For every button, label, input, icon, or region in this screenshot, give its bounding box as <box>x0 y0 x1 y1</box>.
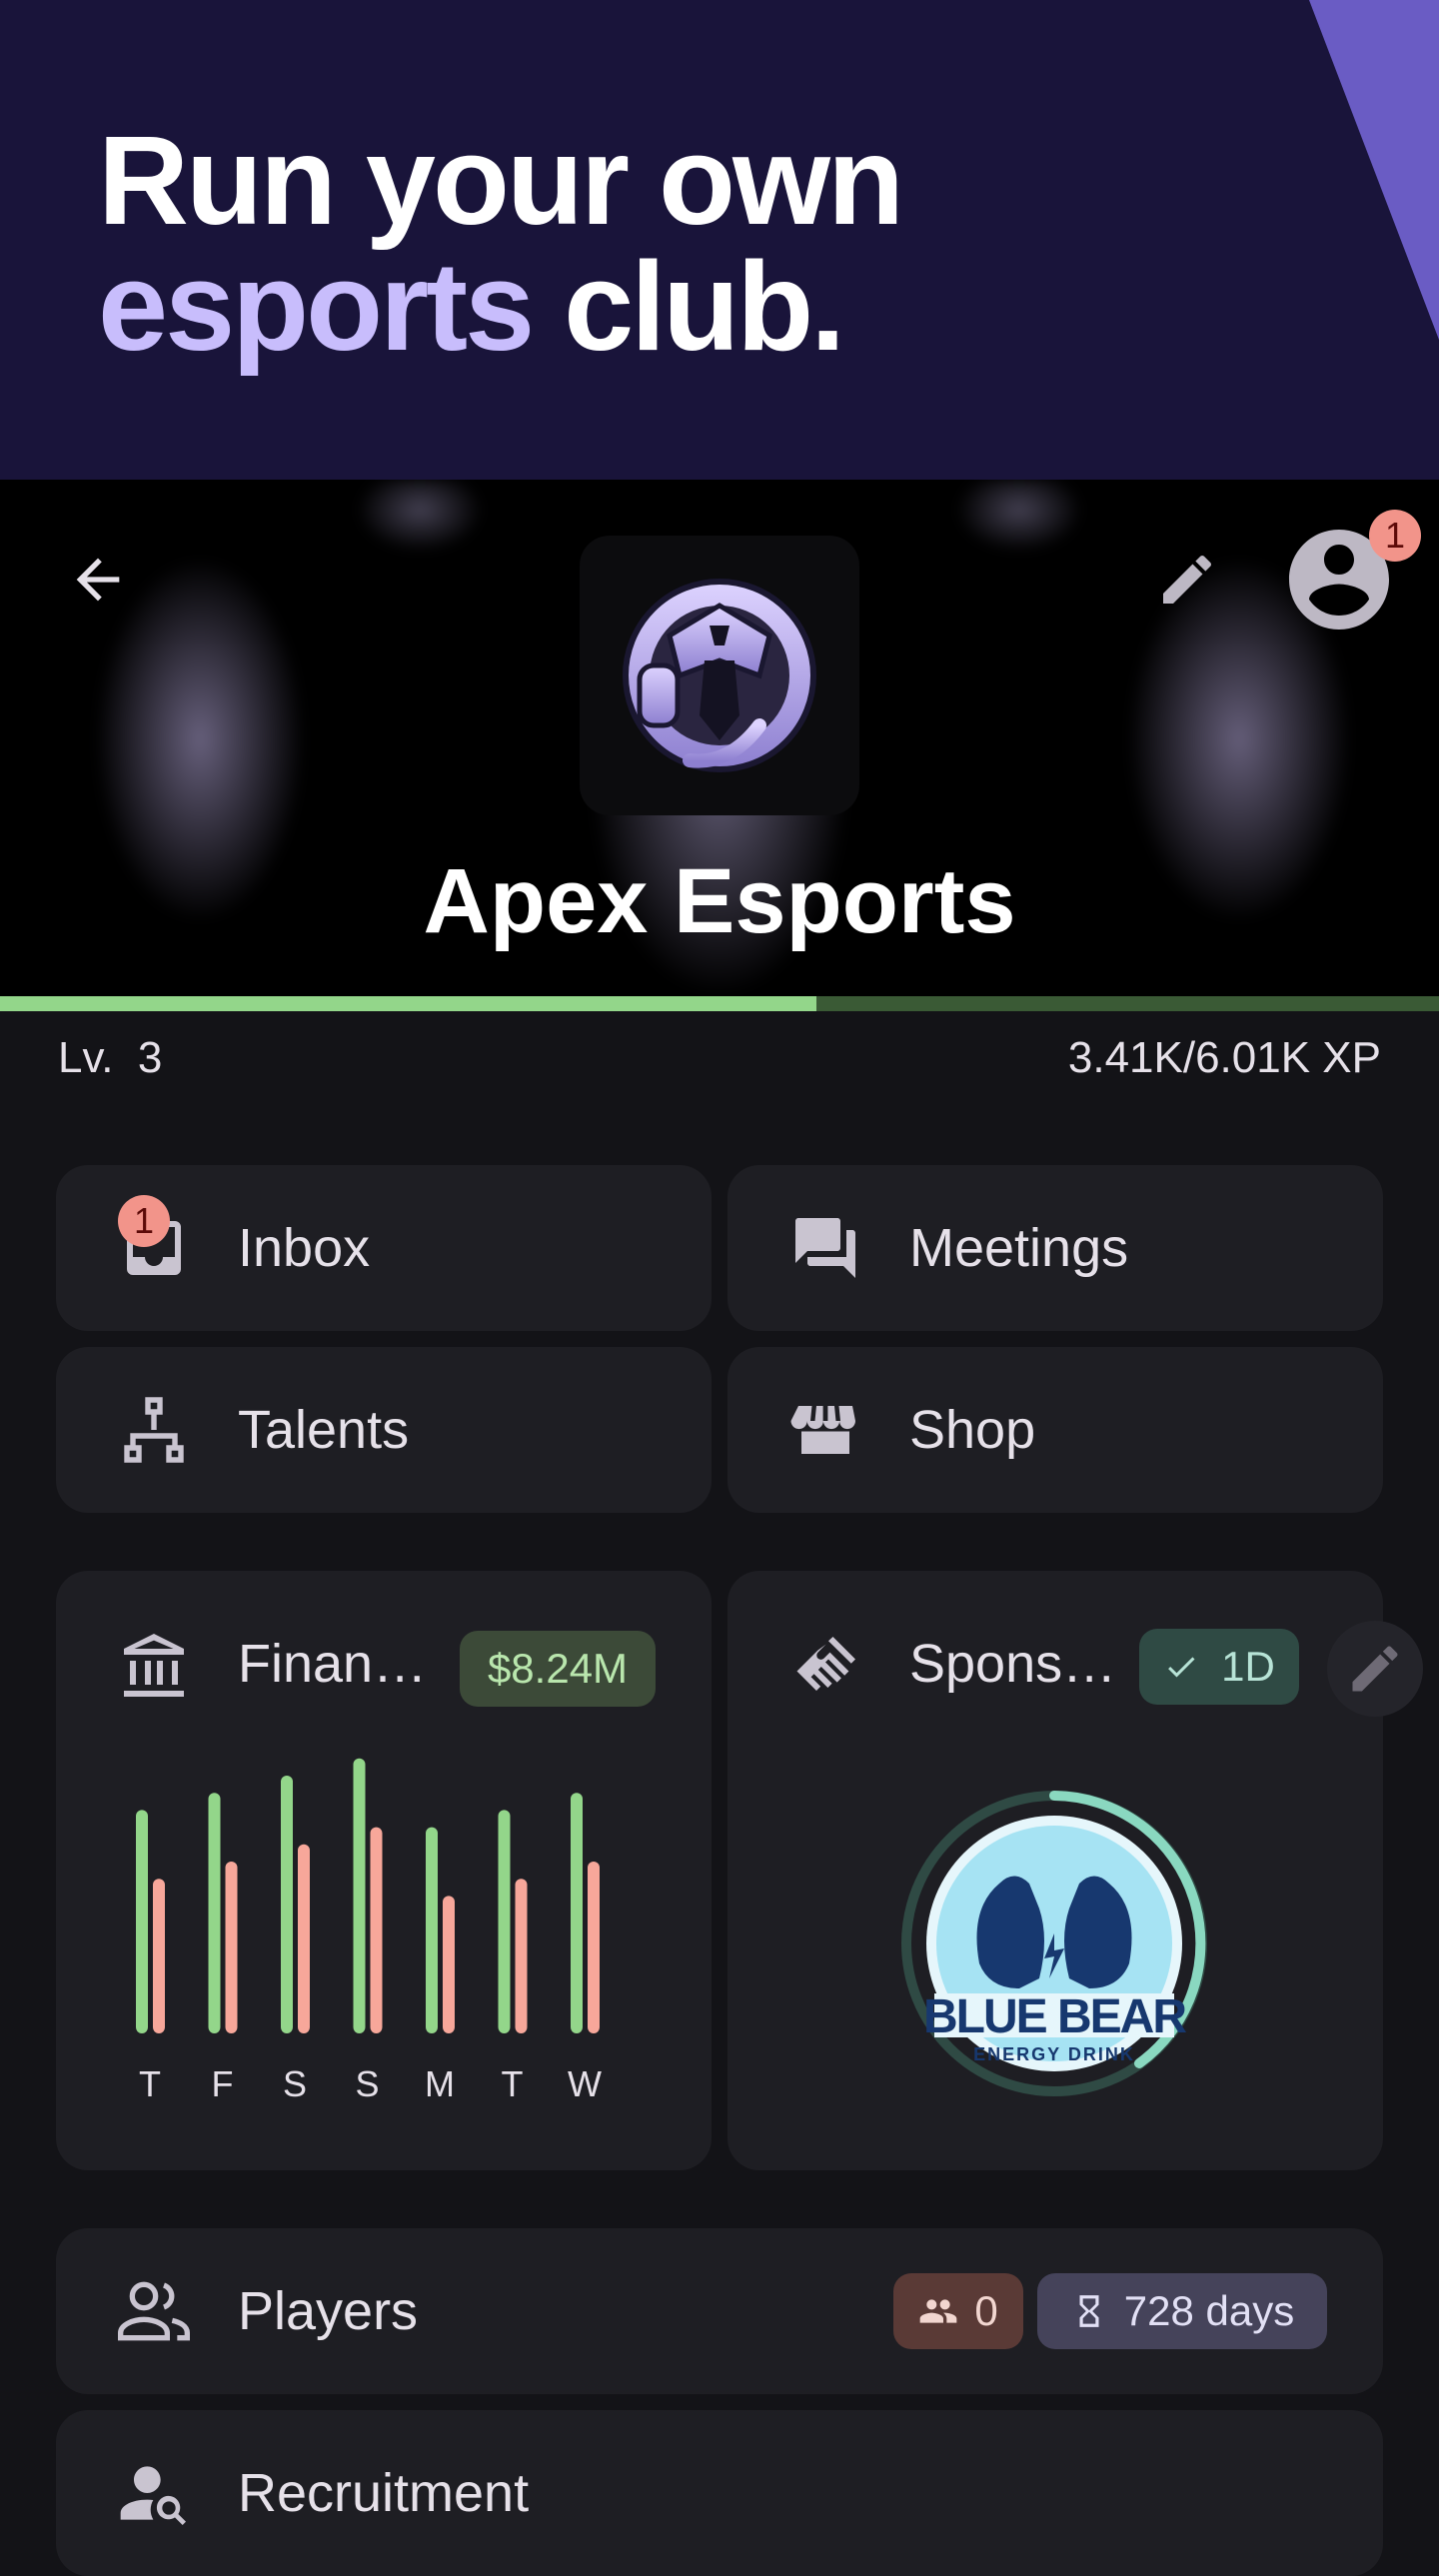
income-bar <box>498 1810 511 2033</box>
finances-mini-chart: TFSSMTW <box>136 1758 602 2104</box>
inbox-tile[interactable]: Inbox <box>56 1165 712 1331</box>
finances-balance-chip: $8.24M <box>460 1631 656 1707</box>
finances-label: Finan… <box>238 1634 428 1694</box>
promo-line-2-rest: club. <box>532 236 845 377</box>
income-bar <box>136 1810 148 2033</box>
back-button[interactable] <box>58 540 138 620</box>
promo-line-2: esports club. <box>98 244 901 370</box>
day-label: S <box>283 2063 307 2104</box>
promo-banner: Run your own esports club. <box>0 0 1439 480</box>
expense-bar <box>298 1844 310 2033</box>
players-label: Players <box>238 2281 419 2341</box>
players-count-chip: 0 <box>893 2273 1023 2349</box>
sponsor-logo-text: BLUE BEAR <box>923 1990 1186 2043</box>
promo-accent-word: esports <box>98 236 535 377</box>
edit-team-button[interactable] <box>1147 540 1227 620</box>
inbox-badge: 1 <box>118 1195 170 1247</box>
talent-tree-icon <box>114 1390 194 1470</box>
income-bar <box>281 1776 293 2033</box>
bank-icon <box>114 1627 194 1707</box>
shop-tile[interactable]: Shop <box>727 1347 1383 1513</box>
level-label: Lv. 3 <box>58 1033 163 1082</box>
income-bar <box>426 1827 438 2033</box>
pencil-icon <box>1163 555 1212 604</box>
expense-bar <box>443 1896 455 2033</box>
person-search-icon <box>114 2453 194 2533</box>
sponsors-label: Spons… <box>909 1634 1117 1694</box>
recruitment-tile[interactable]: Recruitment <box>56 2410 1383 2576</box>
people-icon <box>919 2299 957 2323</box>
day-label: M <box>425 2063 455 2104</box>
talents-tile[interactable]: Talents <box>56 1347 712 1513</box>
expense-bar <box>370 1827 383 2033</box>
players-days-chip: 728 days <box>1037 2273 1327 2349</box>
group-icon <box>114 2271 194 2351</box>
meetings-label: Meetings <box>909 1218 1129 1278</box>
players-days: 728 days <box>1123 2287 1295 2334</box>
arrow-back-icon <box>76 558 120 602</box>
promo-title: Run your own esports club. <box>98 110 904 370</box>
income-bar <box>353 1758 366 2033</box>
day-label: T <box>139 2063 161 2104</box>
expense-bar <box>225 1862 238 2033</box>
meetings-tile[interactable]: Meetings <box>727 1165 1383 1331</box>
day-label: F <box>212 2063 234 2104</box>
xp-progress-bar <box>0 996 1439 1011</box>
sponsor-logo[interactable]: BLUE BEAR ENERGY DRINK <box>899 1789 1209 2098</box>
expense-bar <box>153 1879 165 2033</box>
team-crest-icon <box>623 579 816 772</box>
recruitment-label: Recruitment <box>238 2463 530 2523</box>
team-logo[interactable] <box>580 536 859 815</box>
promo-line-1: Run your own <box>98 110 904 251</box>
expense-bar <box>515 1879 528 2033</box>
finances-balance: $8.24M <box>487 1645 629 1692</box>
expense-bar <box>588 1862 600 2033</box>
xp-progress-fill <box>0 996 817 1011</box>
shop-label: Shop <box>909 1400 1036 1460</box>
pencil-icon <box>1352 1646 1398 1692</box>
players-tile[interactable]: Players 0 728 days <box>56 2228 1383 2394</box>
team-name: Apex Esports <box>423 850 1016 952</box>
income-bar <box>571 1793 583 2033</box>
sponsor-status-chip: 1D <box>1139 1629 1299 1705</box>
promo-stripe <box>1309 0 1439 340</box>
team-hero: 1 Apex Esports <box>0 480 1439 999</box>
inbox-label: Inbox <box>238 1218 371 1278</box>
handshake-icon <box>785 1627 865 1707</box>
day-label: S <box>355 2063 379 2104</box>
xp-label: 3.41K/6.01K XP <box>1067 1033 1381 1082</box>
sponsor-logo-subtext: ENERGY DRINK <box>973 2044 1135 2064</box>
sponsor-logo-graphic: BLUE BEAR ENERGY DRINK <box>901 1791 1207 2096</box>
forum-icon <box>785 1208 865 1288</box>
account-notification-badge: 1 <box>1369 510 1421 562</box>
storefront-icon <box>785 1390 865 1470</box>
sponsor-status: 1D <box>1221 1643 1275 1690</box>
day-label: T <box>502 2063 524 2104</box>
day-label: W <box>568 2063 602 2104</box>
income-bar <box>208 1793 221 2033</box>
edit-sponsor-button[interactable] <box>1327 1621 1423 1717</box>
talents-label: Talents <box>238 1400 410 1460</box>
hourglass-icon <box>1079 2295 1099 2327</box>
players-count: 0 <box>974 2287 998 2334</box>
check-icon <box>1168 1657 1195 1678</box>
